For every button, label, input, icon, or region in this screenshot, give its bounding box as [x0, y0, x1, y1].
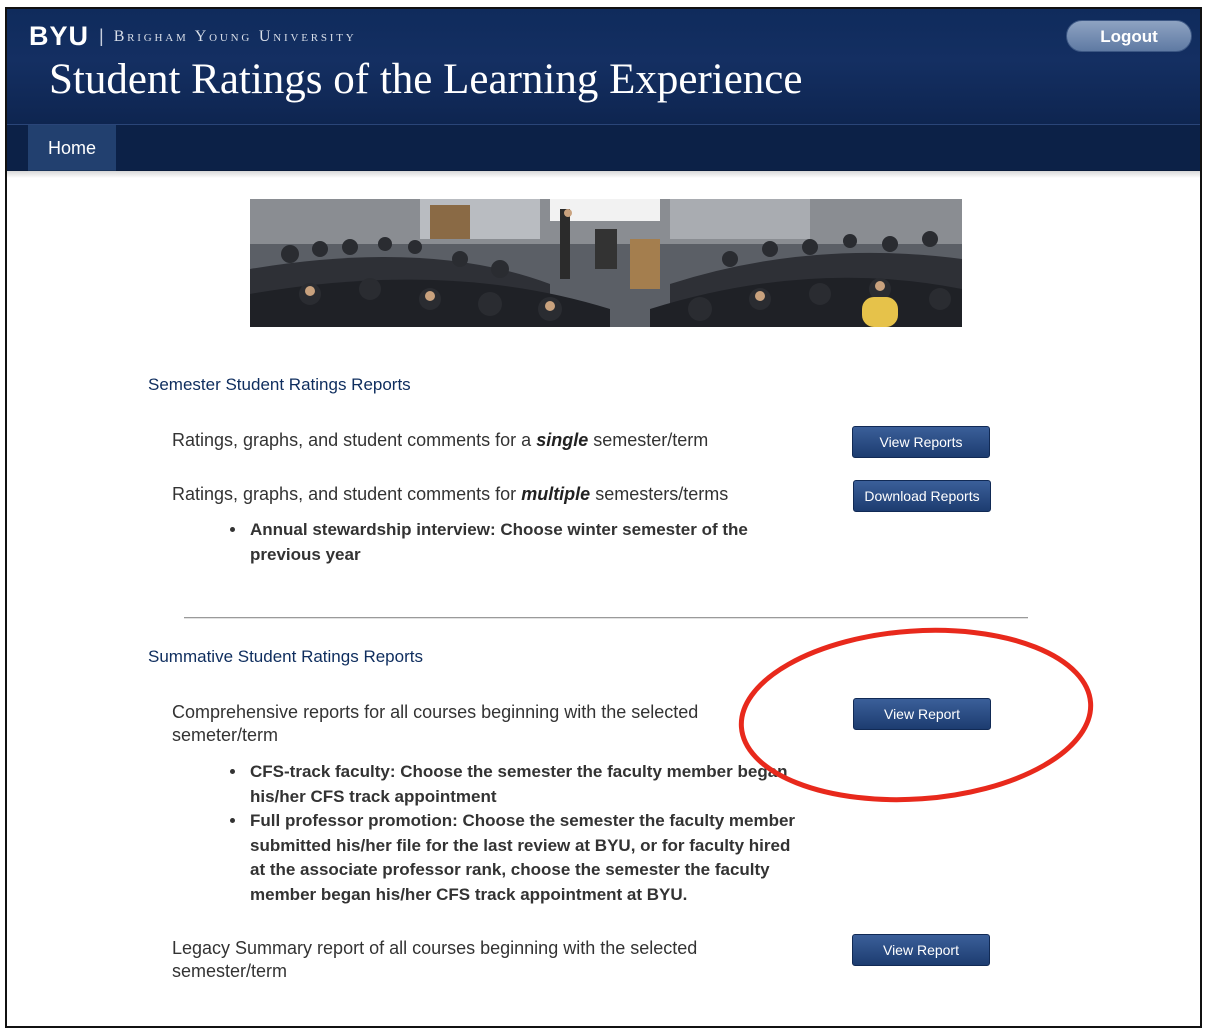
view-reports-button[interactable]: View Reports	[852, 426, 990, 458]
multiple-semesters-emphasis: multiple	[521, 484, 591, 504]
page-title: Student Ratings of the Learning Experien…	[49, 56, 803, 103]
download-reports-button[interactable]: Download Reports	[853, 480, 991, 512]
classroom-banner-image	[250, 199, 962, 327]
single-semester-description: Ratings, graphs, and student comments fo…	[172, 429, 708, 452]
brand-separator: |	[99, 26, 104, 46]
single-semester-text-before: Ratings, graphs, and student comments fo…	[172, 430, 537, 450]
legacy-view-report-button[interactable]: View Report	[852, 934, 990, 966]
legacy-summary-description: Legacy Summary report of all courses beg…	[172, 938, 698, 981]
summative-section-title: Summative Student Ratings Reports	[148, 647, 423, 666]
single-semester-text-after: semester/term	[588, 430, 709, 450]
brand-lockup: BYU | Brigham Young University	[29, 21, 357, 52]
stewardship-bullet-list: Annual stewardship interview: Choose win…	[226, 518, 757, 567]
list-item: Annual stewardship interview: Choose win…	[247, 518, 757, 567]
single-semester-emphasis: single	[536, 430, 589, 450]
multiple-semesters-description: Ratings, graphs, and student comments fo…	[172, 483, 728, 506]
byu-logo[interactable]: BYU	[29, 21, 89, 52]
list-item: Full professor promotion: Choose the sem…	[247, 809, 807, 907]
main-nav: Home	[7, 124, 1200, 171]
nav-shadow	[7, 170, 1200, 178]
logout-button[interactable]: Logout	[1066, 20, 1192, 52]
summative-bullet-list: CFS-track faculty: Choose the semester t…	[226, 760, 807, 907]
browser-page: BYU | Brigham Young University Student R…	[5, 7, 1202, 1028]
comprehensive-report-description: Comprehensive reports for all courses be…	[172, 702, 699, 745]
red-highlight-ellipse	[738, 627, 1094, 803]
nav-item-home[interactable]: Home	[28, 125, 116, 171]
section-divider	[184, 617, 1028, 619]
university-name[interactable]: Brigham Young University	[114, 28, 357, 46]
multiple-semesters-text-before: Ratings, graphs, and student comments fo…	[172, 484, 522, 504]
site-header: BYU | Brigham Young University Student R…	[7, 9, 1200, 124]
multiple-semesters-text-after: semesters/terms	[590, 484, 729, 504]
list-item: CFS-track faculty: Choose the semester t…	[247, 760, 807, 809]
semester-section-title: Semester Student Ratings Reports	[148, 375, 411, 394]
